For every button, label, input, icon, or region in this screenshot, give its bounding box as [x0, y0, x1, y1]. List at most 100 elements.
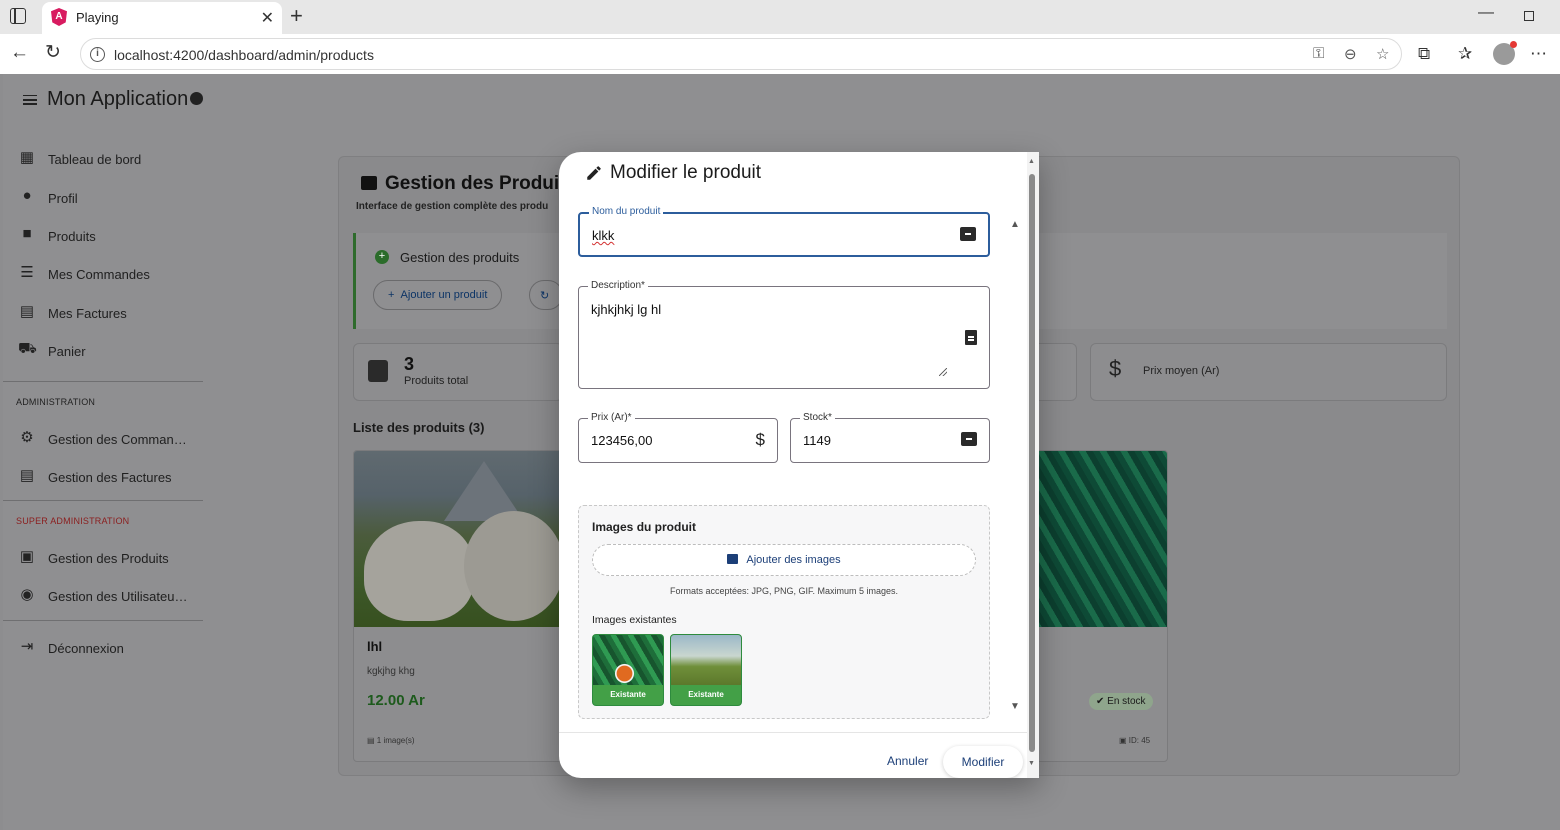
field-label: Nom du produit — [589, 206, 664, 218]
sidebar-divider — [3, 500, 203, 501]
receipt-icon: ▤ — [19, 467, 35, 484]
favorites-icon[interactable]: ✰ — [1458, 44, 1472, 64]
dollar-icon: $ — [755, 430, 765, 449]
sidebar-item-label: Tableau de bord — [48, 152, 142, 167]
scrollbar-thumb[interactable] — [1029, 174, 1035, 752]
resize-handle[interactable] — [939, 368, 947, 376]
window-minimize-icon[interactable]: — — [1478, 4, 1494, 22]
archive-icon — [960, 227, 976, 241]
accepted-formats-hint: Formats acceptées: JPG, PNG, GIF. Maximu… — [669, 586, 899, 596]
dialog-scrollbar[interactable]: ▲ ▼ — [1027, 152, 1039, 778]
address-bar[interactable]: i localhost:4200/dashboard/admin/product… — [80, 38, 1402, 70]
sidebar-divider — [3, 620, 203, 621]
tab-close-icon[interactable]: ✕ — [261, 8, 274, 28]
sidebar-item-label: Gestion des Comman… — [48, 432, 187, 447]
more-menu-icon[interactable]: ⋯ — [1530, 44, 1547, 64]
cancel-button[interactable]: Annuler — [887, 754, 928, 768]
sidebar-item-label: Mes Commandes — [48, 267, 150, 282]
inventory-icon — [361, 176, 377, 190]
sidebar-item-mes-commandes[interactable]: ☰ Mes Commandes — [16, 263, 206, 287]
stat-value: 3 — [404, 354, 415, 374]
images-count-text: 1 image(s) — [376, 736, 415, 745]
existing-image-thumbnail[interactable]: Existante — [670, 634, 742, 706]
stock-badge-text: En stock — [1107, 696, 1146, 707]
stat-total-products: 3 Produits total — [353, 343, 563, 401]
description-field[interactable]: Description* kjhkjhkj lg hl — [578, 280, 990, 389]
dialog-title: Modifier le produit — [610, 162, 762, 183]
back-icon[interactable]: ← — [10, 42, 29, 64]
scroll-down-icon[interactable]: ▼ — [1028, 760, 1035, 767]
stock-field[interactable]: Stock* 1149 — [790, 412, 990, 463]
key-icon[interactable]: ⚿ — [1313, 45, 1324, 62]
stock-badge: ✔ En stock — [1089, 693, 1153, 710]
admin-panel-icon: ◉ — [20, 586, 34, 603]
sidebar-item-gestion-utilisateurs[interactable]: ◉ Gestion des Utilisateu… — [16, 585, 206, 609]
tab-actions-icon[interactable] — [10, 8, 26, 24]
stat-label: Prix moyen (Ar) — [1143, 365, 1220, 377]
price-input[interactable]: 123456,00 — [591, 433, 652, 448]
zoom-out-icon[interactable]: ⊖ — [1344, 45, 1357, 63]
price-field[interactable]: Prix (Ar)* 123456,00 $ — [578, 412, 778, 463]
account-circle-icon[interactable] — [190, 92, 203, 105]
app-title: Mon Application — [47, 88, 189, 110]
receipt-icon: ▤ — [19, 303, 35, 320]
sidebar-item-gestion-produits[interactable]: ▣ Gestion des Produits — [16, 547, 206, 571]
content-scroll-down-icon[interactable]: ▼ — [1010, 701, 1020, 712]
logout-icon: ⇥ — [20, 638, 34, 655]
sidebar-item-mes-factures[interactable]: ▤ Mes Factures — [16, 302, 206, 326]
add-images-button[interactable]: Ajouter des images — [592, 544, 976, 576]
browser-tab[interactable]: A Playing ✕ — [42, 2, 282, 34]
edit-product-dialog: ▲ ▼ Modifier le produit ▲ ▼ Nom du produ… — [559, 152, 1039, 778]
product-name-input[interactable]: klkk — [592, 228, 614, 243]
new-tab-icon[interactable]: + — [290, 3, 303, 29]
inventory-icon — [368, 360, 388, 382]
dashboard-icon: ▦ — [19, 149, 35, 166]
sidebar-section-admin: ADMINISTRATION — [16, 397, 96, 407]
profile-avatar-icon[interactable] — [1493, 41, 1517, 65]
stock-input[interactable]: 1149 — [803, 433, 831, 448]
scroll-up-icon[interactable]: ▲ — [1028, 158, 1035, 165]
add-images-label: Ajouter des images — [746, 554, 841, 566]
shopping-bag-icon: ■ — [22, 225, 32, 242]
favorite-star-icon[interactable]: ☆ — [1376, 45, 1389, 63]
sidebar-item-gestion-commandes[interactable]: ⚙ Gestion des Comman… — [16, 428, 206, 452]
refresh-button[interactable]: ↻ — [529, 280, 563, 310]
sidebar-item-gestion-factures[interactable]: ▤ Gestion des Factures — [16, 466, 206, 490]
reload-icon[interactable]: ↻ — [45, 42, 61, 64]
sidebar-section-super-admin: SUPER ADMINISTRATION — [16, 516, 130, 526]
sidebar-item-label: Produits — [48, 229, 96, 244]
page-subtitle: Interface de gestion complète des produ — [356, 201, 549, 212]
url-text[interactable]: localhost:4200/dashboard/admin/products — [114, 47, 374, 63]
sidebar-item-label: Gestion des Utilisateu… — [48, 589, 188, 604]
dialog-footer-divider — [559, 732, 1027, 733]
product-price: 12.00 Ar — [367, 692, 425, 709]
extensions-icon[interactable]: ⧉ — [1418, 44, 1430, 64]
sidebar-divider — [3, 381, 203, 382]
archive-icon — [961, 432, 977, 446]
sidebar-item-produits[interactable]: ■ Produits — [16, 225, 206, 249]
app-header: Mon Application — [23, 88, 188, 111]
panel-title: Gestion des produits — [400, 250, 520, 265]
description-textarea[interactable]: kjhkjhkj lg hl — [591, 302, 661, 317]
modify-button[interactable]: Modifier — [943, 746, 1023, 778]
add-product-button[interactable]: + Ajouter un produit — [373, 280, 503, 310]
sidebar-item-label: Gestion des Factures — [48, 470, 172, 485]
tab-title: Playing — [76, 10, 119, 25]
sidebar-item-profil[interactable]: ● Profil — [16, 187, 206, 211]
existing-image-thumbnail[interactable]: Existante — [592, 634, 664, 706]
content-scroll-up-icon[interactable]: ▲ — [1010, 219, 1020, 230]
window-restore-icon[interactable] — [1524, 11, 1534, 21]
sidebar-item-tableau-de-bord[interactable]: ▦ Tableau de bord — [16, 148, 206, 172]
field-label: Prix (Ar)* — [588, 412, 635, 424]
list-icon: ☰ — [20, 264, 34, 281]
sidebar-item-deconnexion[interactable]: ⇥ Déconnexion — [16, 637, 206, 661]
field-label: Stock* — [800, 412, 835, 424]
menu-icon[interactable] — [23, 92, 37, 107]
existing-images-title: Images existantes — [592, 614, 677, 626]
sidebar-item-label: Profil — [48, 191, 78, 206]
sidebar-item-panier[interactable]: ⛟ Panier — [16, 340, 206, 364]
field-label: Description* — [588, 280, 648, 292]
site-info-icon[interactable]: i — [90, 47, 105, 62]
product-name-field[interactable]: Nom du produit klkk — [578, 206, 990, 257]
existing-badge: Existante — [593, 685, 663, 705]
